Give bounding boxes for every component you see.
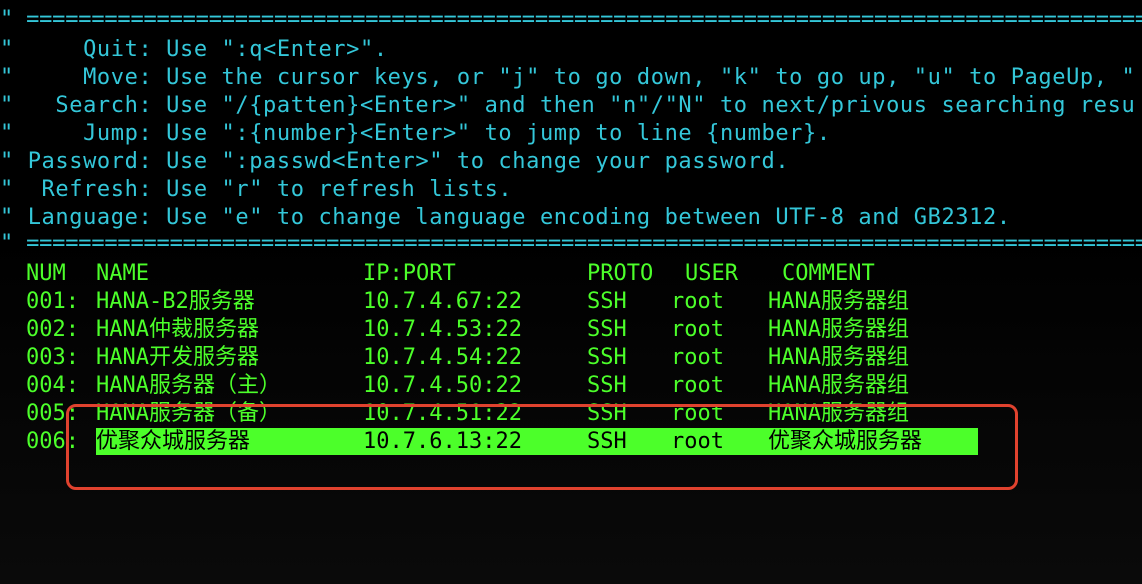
terminal-window[interactable]: " ======================================… — [0, 0, 1142, 584]
header-num: NUM — [26, 261, 66, 286]
row-num: 002: — [26, 317, 79, 342]
help-line-jump: " Jump: Use ":{number}<Enter>" to jump t… — [0, 121, 831, 146]
help-rule-bottom: " ======================================… — [0, 231, 1142, 256]
row-user: root — [671, 317, 724, 342]
row-comment: HANA服务器组 — [768, 289, 909, 314]
row-name: HANA-B2服务器 — [96, 289, 255, 314]
header-name: NAME — [96, 261, 149, 286]
row-proto: SSH — [587, 345, 627, 370]
help-line-move: " Move: Use the cursor keys, or "j" to g… — [0, 65, 1136, 90]
help-line-language: " Language: Use "e" to change language e… — [0, 205, 1011, 230]
row-ip-port: 10.7.4.53:22 — [363, 317, 522, 342]
row-ip-port: 10.7.4.67:22 — [363, 289, 522, 314]
row-user: root — [671, 289, 724, 314]
help-line-password: " Password: Use ":passwd<Enter>" to chan… — [0, 149, 790, 174]
help-line-quit: " Quit: Use ":q<Enter>". — [0, 37, 388, 62]
row-proto: SSH — [587, 373, 627, 398]
table-row[interactable]: 002: HANA仲裁服务器 10.7.4.53:22 SSH root HAN… — [0, 316, 1142, 344]
header-ip-port: IP:PORT — [363, 261, 456, 286]
row-ip-port: 10.7.4.50:22 — [363, 373, 522, 398]
row-user: root — [671, 373, 724, 398]
header-proto: PROTO — [587, 261, 654, 286]
row-name: HANA服务器（主） — [96, 373, 281, 398]
table-row[interactable]: 004: HANA服务器（主） 10.7.4.50:22 SSH root HA… — [0, 372, 1142, 400]
row-comment: HANA服务器组 — [768, 373, 909, 398]
help-line-search: " Search: Use "/{patten}<Enter>" and the… — [0, 93, 1136, 118]
row-comment: HANA服务器组 — [768, 317, 909, 342]
row-user: root — [671, 345, 724, 370]
row-num: 001: — [26, 289, 79, 314]
row-proto: SSH — [587, 289, 627, 314]
annotation-highlight-box — [66, 404, 1018, 490]
table-row[interactable]: 001: HANA-B2服务器 10.7.4.67:22 SSH root HA… — [0, 288, 1142, 316]
row-num: 004: — [26, 373, 79, 398]
table-header: NUM NAME IP:PORT PROTO USER COMMENT — [0, 260, 1142, 288]
header-user: USER — [685, 261, 738, 286]
row-num: 003: — [26, 345, 79, 370]
row-comment: HANA服务器组 — [768, 345, 909, 370]
row-proto: SSH — [587, 317, 627, 342]
header-comment: COMMENT — [782, 261, 875, 286]
row-name: HANA仲裁服务器 — [96, 317, 259, 342]
row-name: HANA开发服务器 — [96, 345, 259, 370]
row-ip-port: 10.7.4.54:22 — [363, 345, 522, 370]
help-rule-top: " ======================================… — [0, 7, 1142, 32]
table-row[interactable]: 003: HANA开发服务器 10.7.4.54:22 SSH root HAN… — [0, 344, 1142, 372]
help-line-refresh: " Refresh: Use "r" to refresh lists. — [0, 177, 513, 202]
